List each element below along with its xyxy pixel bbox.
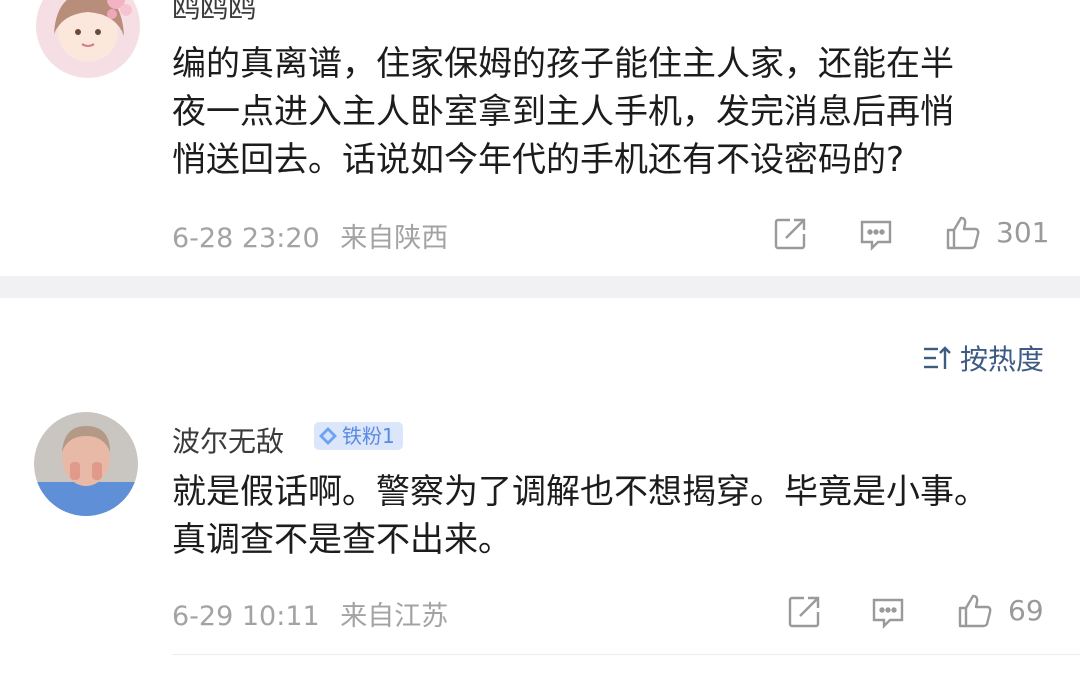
- bottom-divider: [172, 654, 1080, 655]
- comment-line: 悄送回去。话说如今年代的手机还有不设密码的?: [172, 140, 905, 180]
- like-count: 301: [996, 216, 1050, 249]
- comment-icon[interactable]: [858, 216, 894, 252]
- username[interactable]: 波尔无敌: [172, 420, 284, 460]
- comment-line: 编的真离谱，住家保姆的孩子能住主人家，还能在半: [172, 44, 954, 84]
- comment-text: 编的真离谱，住家保姆的孩子能住主人家，还能在半 夜一点进入主人卧室拿到主人手机，…: [172, 40, 1052, 184]
- share-icon[interactable]: [772, 216, 808, 252]
- avatar[interactable]: [34, 412, 138, 516]
- comment-time: 6-28 23:20: [172, 223, 320, 254]
- comment-line: 夜一点进入主人卧室拿到主人手机，发完消息后再悄: [172, 92, 954, 132]
- diamond-icon: [319, 427, 337, 445]
- comment-line: 就是假话啊。警察为了调解也不想揭穿。毕竟是小事。: [172, 472, 988, 512]
- thumbs-up-icon[interactable]: [944, 214, 982, 252]
- avatar[interactable]: [36, 0, 140, 78]
- like-count: 69: [1008, 594, 1044, 627]
- sort-label: 按热度: [959, 343, 1044, 376]
- badge-label: 铁粉1: [342, 424, 395, 448]
- username[interactable]: 鸥鸥鸥: [172, 0, 256, 26]
- sort-button[interactable]: 按热度: [922, 338, 1044, 378]
- comment-time: 6-29 10:11: [172, 601, 320, 632]
- comment-location: 来自江苏: [340, 601, 449, 632]
- comment-line: 真调查不是查不出来。: [172, 520, 512, 560]
- sort-icon: [923, 346, 951, 369]
- comment-item: 鸥鸥鸥 编的真离谱，住家保姆的孩子能住主人家，还能在半 夜一点进入主人卧室拿到主…: [0, 0, 1080, 276]
- comment-location: 来自陕西: [340, 223, 449, 254]
- fan-badge[interactable]: 铁粉1: [314, 422, 403, 450]
- comment-icon[interactable]: [870, 594, 906, 630]
- thumbs-up-icon[interactable]: [956, 592, 994, 630]
- share-icon[interactable]: [786, 594, 822, 630]
- comments-section: 按热度 波尔无敌 铁粉1 就是假话啊。警察为了调解也不想揭穿。毕竟是小事。 真调…: [0, 298, 1080, 674]
- section-divider: [0, 276, 1080, 298]
- comment-meta: 6-29 10:11 来自江苏: [172, 594, 448, 633]
- comment-meta: 6-28 23:20 来自陕西: [172, 216, 448, 255]
- comment-text: 就是假话啊。警察为了调解也不想揭穿。毕竟是小事。 真调查不是查不出来。: [172, 468, 1052, 564]
